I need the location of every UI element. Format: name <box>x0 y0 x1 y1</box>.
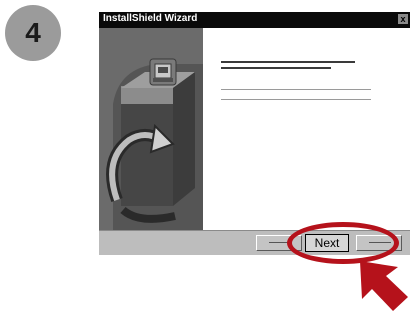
close-icon[interactable]: x <box>398 14 408 24</box>
wizard-side-graphic <box>99 28 203 230</box>
next-highlight-ring <box>287 222 399 264</box>
placeholder-text-line <box>221 67 331 69</box>
pointer-arrow-icon <box>360 261 408 311</box>
installshield-wizard-window: InstallShield Wizard x Next <box>99 12 410 255</box>
installer-box-icon <box>149 58 177 86</box>
step-number: 4 <box>25 17 41 48</box>
placeholder-text-line <box>221 99 371 100</box>
placeholder-text-line <box>221 89 371 90</box>
step-number-badge: 4 <box>5 5 61 61</box>
placeholder-text-line <box>221 61 355 63</box>
tutorial-step: { "step": { "number": "4", "badge_color"… <box>0 0 411 312</box>
window-title: InstallShield Wizard <box>103 13 198 24</box>
window-titlebar: InstallShield Wizard x <box>99 12 410 28</box>
wizard-content-panel <box>203 28 410 230</box>
